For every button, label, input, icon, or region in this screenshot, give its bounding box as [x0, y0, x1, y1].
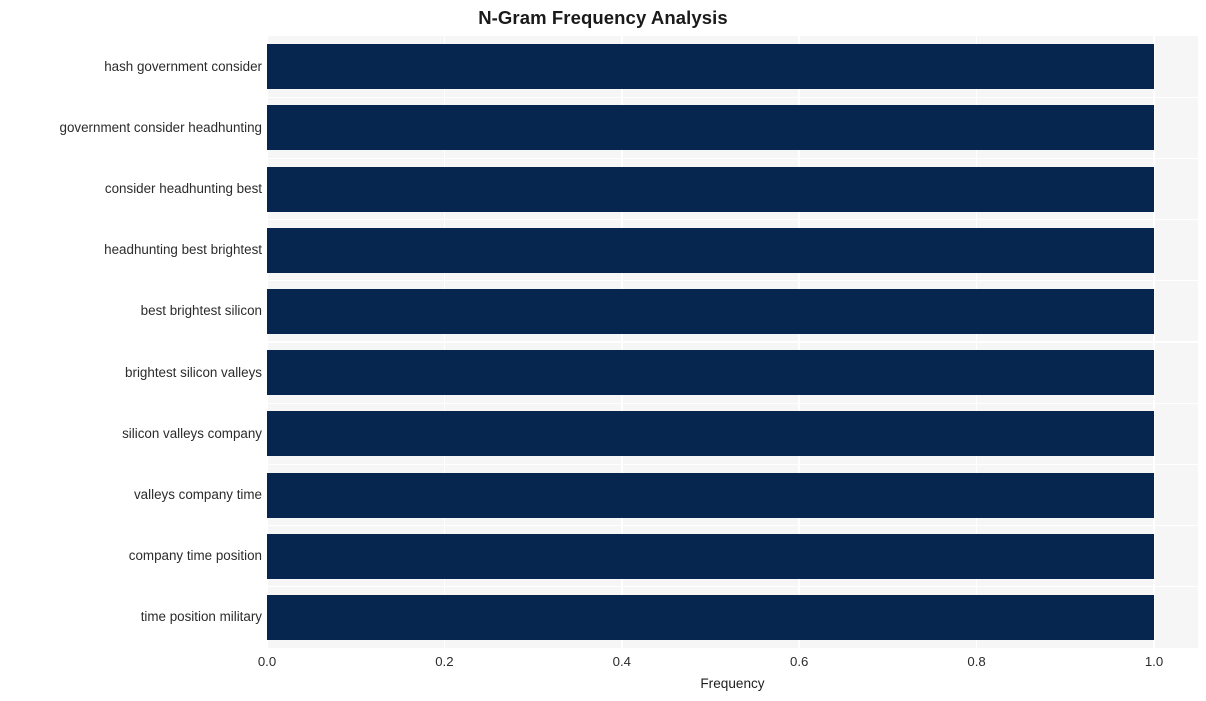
x-axis-tick-labels: 0.0 0.2 0.4 0.6 0.8 1.0	[0, 654, 1206, 674]
bar[interactable]	[267, 44, 1154, 90]
plot-area	[267, 36, 1198, 648]
y-axis-tick-label: company time position	[128, 548, 262, 564]
horizontal-gridline	[267, 463, 1198, 466]
x-axis-tick-label: 0.2	[435, 654, 454, 669]
x-axis-tick-label: 0.6	[790, 654, 809, 669]
bar[interactable]	[267, 533, 1154, 579]
x-axis-tick-label: 0.4	[612, 654, 631, 669]
y-axis-tick-label: consider headhunting best	[104, 181, 262, 196]
horizontal-gridline	[267, 280, 1198, 282]
bar[interactable]	[267, 227, 1154, 273]
x-axis-tick-label: 1.0	[1144, 654, 1164, 669]
bar[interactable]	[267, 105, 1154, 151]
y-axis-tick-label: headhunting best brightest	[104, 242, 262, 258]
bar[interactable]	[267, 472, 1154, 518]
y-axis-tick-labels: hash government consider government consi…	[0, 0, 263, 701]
bar[interactable]	[267, 594, 1154, 640]
chart-figure: N-Gram Frequency Analysis hash governmen…	[0, 0, 1206, 701]
bar[interactable]	[267, 411, 1154, 457]
bar[interactable]	[267, 288, 1154, 334]
y-axis-tick-label: government consider headhunting	[59, 119, 263, 135]
horizontal-gridline	[267, 586, 1198, 588]
horizontal-gridline	[267, 157, 1198, 160]
y-axis-tick-label: brightest silicon valleys	[125, 364, 262, 380]
y-axis-tick-label: time position military	[140, 609, 262, 625]
bar[interactable]	[267, 166, 1154, 212]
bar[interactable]	[267, 350, 1154, 396]
y-axis-tick-label: valleys company time	[133, 487, 262, 502]
y-axis-tick-label: silicon valleys company	[122, 425, 262, 441]
x-axis-tick-label: 0.8	[967, 654, 986, 669]
horizontal-gridline	[267, 218, 1198, 221]
x-axis-tick-label: 0.0	[257, 654, 277, 669]
x-axis-title: Frequency	[700, 676, 765, 691]
horizontal-gridline	[267, 96, 1198, 98]
y-axis-tick-label: best brightest silicon	[140, 303, 262, 319]
horizontal-gridline	[267, 341, 1198, 343]
y-axis-tick-label: hash government consider	[104, 58, 262, 74]
horizontal-gridline	[267, 524, 1198, 527]
horizontal-gridline	[267, 402, 1198, 404]
